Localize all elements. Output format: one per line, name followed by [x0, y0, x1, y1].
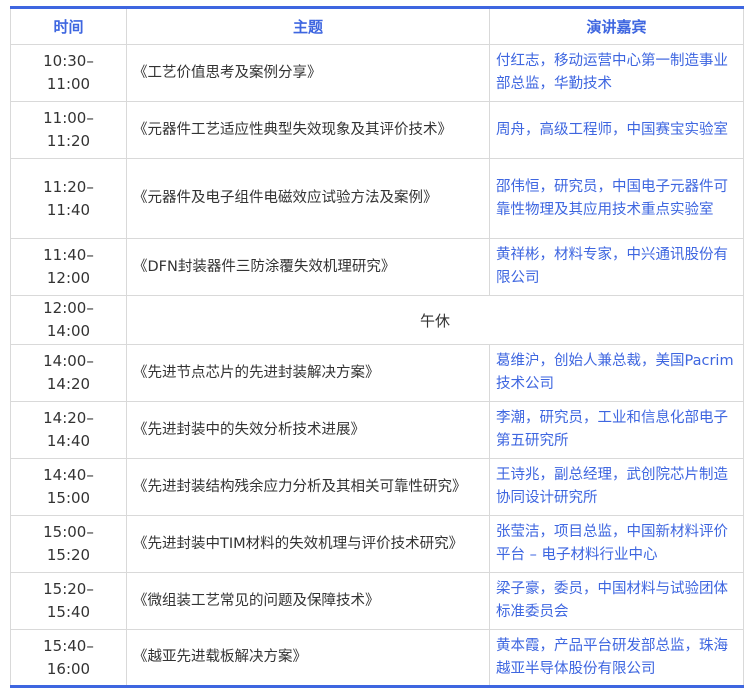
header-time: 时间 [10, 7, 127, 45]
table-row: 14:20– 14:40 《先进封装中的失效分析技术进展》 李潮，研究员，工业和信… [10, 401, 744, 459]
header-topic: 主题 [126, 7, 490, 45]
time-start: 14:20– [43, 409, 94, 427]
lunch-break-cell: 午休 [126, 295, 744, 345]
time-start: 14:00– [43, 352, 94, 370]
table-row-break: 12:00– 14:00 午休 [10, 295, 744, 345]
time-start: 15:20– [43, 580, 94, 598]
header-row: 时间 主题 演讲嘉宾 [10, 7, 744, 45]
time-cell: 11:20– 11:40 [10, 158, 127, 239]
time-cell: 15:00– 15:20 [10, 515, 127, 573]
time-start: 11:40– [43, 246, 94, 264]
topic-cell: 《元器件工艺适应性典型失效现象及其评价技术》 [126, 101, 490, 159]
speaker-cell: 李潮，研究员，工业和信息化部电子第五研究所 [489, 401, 744, 459]
speaker-cell: 周舟，高级工程师，中国赛宝实验室 [489, 101, 744, 159]
topic-cell: 《元器件及电子组件电磁效应试验方法及案例》 [126, 158, 490, 239]
header-speaker: 演讲嘉宾 [489, 7, 744, 45]
topic-cell: 《先进封装中TIM材料的失效机理与评价技术研究》 [126, 515, 490, 573]
speaker-cell: 梁子豪，委员，中国材料与试验团体标准委员会 [489, 572, 744, 630]
speaker-cell: 葛维沪，创始人兼总裁，美国Pacrim技术公司 [489, 344, 744, 402]
time-end: 11:00 [46, 75, 91, 93]
time-end: 16:00 [46, 659, 91, 678]
time-end: 14:40 [46, 432, 91, 450]
topic-cell: 《先进节点芯片的先进封装解决方案》 [126, 344, 490, 402]
time-end: 14:00 [46, 322, 91, 340]
speaker-cell: 张莹洁，项目总监，中国新材料评价平台 – 电子材料行业中心 [489, 515, 744, 573]
agenda-table: 时间 主题 演讲嘉宾 10:30– 11:00 《工艺价值思考及案例分享》 付红志… [10, 6, 744, 688]
time-start: 11:20– [43, 177, 94, 196]
time-start: 12:00– [43, 299, 94, 317]
speaker-cell: 黄祥彬，材料专家，中兴通讯股份有限公司 [489, 238, 744, 296]
table-row: 14:40– 15:00 《先进封装结构残余应力分析及其相关可靠性研究》 王诗兆，… [10, 458, 744, 516]
time-cell: 12:00– 14:00 [10, 295, 127, 345]
agenda-page: 时间 主题 演讲嘉宾 10:30– 11:00 《工艺价值思考及案例分享》 付红志… [0, 0, 750, 692]
topic-cell: 《微组装工艺常见的问题及保障技术》 [126, 572, 490, 630]
table-row: 14:00– 14:20 《先进节点芯片的先进封装解决方案》 葛维沪，创始人兼总裁… [10, 344, 744, 402]
time-cell: 10:30– 11:00 [10, 44, 127, 102]
topic-cell: 《工艺价值思考及案例分享》 [126, 44, 490, 102]
table-row: 11:40– 12:00 《DFN封装器件三防涂覆失效机理研究》 黄祥彬，材料专家… [10, 238, 744, 296]
time-start: 14:40– [43, 466, 94, 484]
time-cell: 11:40– 12:00 [10, 238, 127, 296]
table-row: 11:20– 11:40 《元器件及电子组件电磁效应试验方法及案例》 邵伟恒，研究… [10, 158, 744, 239]
table-row: 15:20– 15:40 《微组装工艺常见的问题及保障技术》 梁子豪，委员，中国材… [10, 572, 744, 630]
time-start: 10:30– [43, 52, 94, 70]
speaker-cell: 黄本霞，产品平台研发部总监，珠海越亚半导体股份有限公司 [489, 629, 744, 687]
table-row: 10:30– 11:00 《工艺价值思考及案例分享》 付红志，移动运营中心第一制造… [10, 44, 744, 102]
topic-cell: 《先进封装结构残余应力分析及其相关可靠性研究》 [126, 458, 490, 516]
time-start: 11:00– [43, 109, 94, 127]
speaker-cell: 王诗兆，副总经理，武创院芯片制造协同设计研究所 [489, 458, 744, 516]
table-row: 15:40– 16:00 《越亚先进载板解决方案》 黄本霞，产品平台研发部总监，珠… [10, 629, 744, 687]
table-row: 15:00– 15:20 《先进封装中TIM材料的失效机理与评价技术研究》 张莹洁… [10, 515, 744, 573]
topic-cell: 《DFN封装器件三防涂覆失效机理研究》 [126, 238, 490, 296]
topic-cell: 《先进封装中的失效分析技术进展》 [126, 401, 490, 459]
time-end: 11:40 [46, 200, 91, 219]
time-end: 15:00 [46, 489, 91, 507]
time-end: 15:20 [46, 546, 91, 564]
time-end: 14:20 [46, 375, 91, 393]
time-cell: 14:40– 15:00 [10, 458, 127, 516]
time-end: 12:00 [46, 269, 91, 287]
time-cell: 11:00– 11:20 [10, 101, 127, 159]
speaker-cell: 付红志，移动运营中心第一制造事业部总监，华勤技术 [489, 44, 744, 102]
time-start: 15:40– [43, 636, 94, 655]
time-cell: 14:00– 14:20 [10, 344, 127, 402]
table-row: 11:00– 11:20 《元器件工艺适应性典型失效现象及其评价技术》 周舟，高级… [10, 101, 744, 159]
time-end: 15:40 [46, 603, 91, 621]
time-end: 11:20 [46, 132, 91, 150]
speaker-cell: 邵伟恒，研究员，中国电子元器件可靠性物理及其应用技术重点实验室 [489, 158, 744, 239]
time-cell: 14:20– 14:40 [10, 401, 127, 459]
time-cell: 15:40– 16:00 [10, 629, 127, 687]
time-cell: 15:20– 15:40 [10, 572, 127, 630]
time-start: 15:00– [43, 523, 94, 541]
topic-cell: 《越亚先进载板解决方案》 [126, 629, 490, 687]
